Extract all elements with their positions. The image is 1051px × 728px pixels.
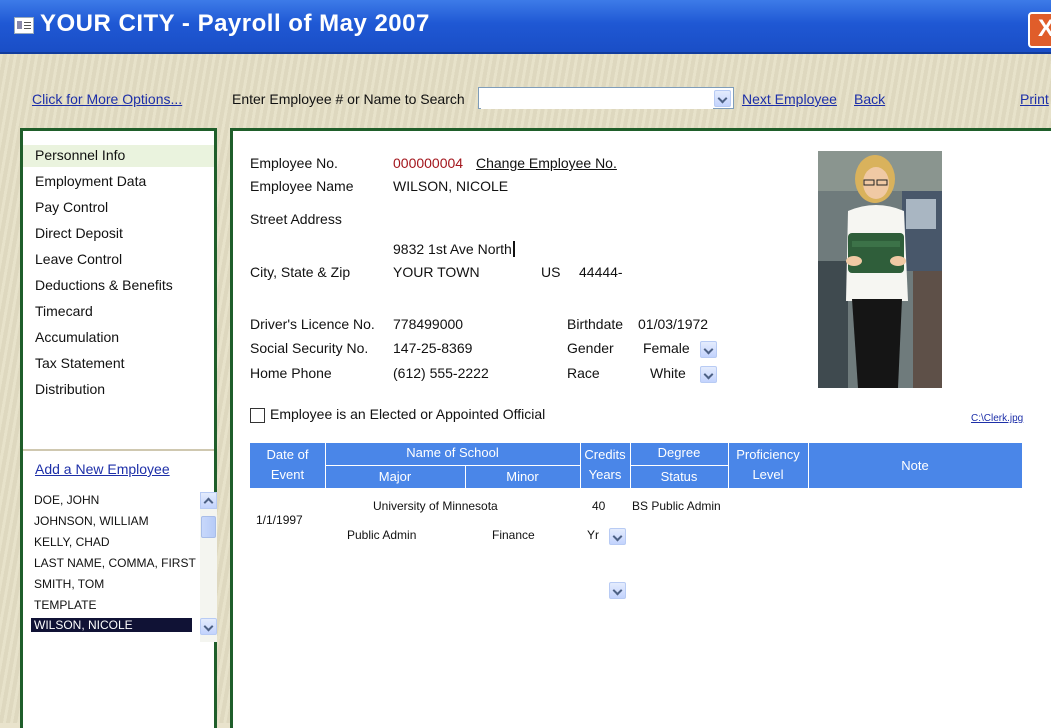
nav-tax-statement[interactable]: Tax Statement [35, 355, 125, 371]
employee-no-label: Employee No. [250, 155, 338, 171]
col-header-degree: Degree [657, 445, 701, 460]
race-select-value[interactable]: White [650, 365, 686, 381]
city-state-zip-label: City, State & Zip [250, 264, 351, 280]
employee-listbox[interactable]: DOE, JOHN JOHNSON, WILLIAM KELLY, CHAD L… [31, 492, 217, 646]
window-body: Click for More Options... Enter Employee… [0, 54, 1051, 728]
street-address-field[interactable]: 9832 1st Ave North [393, 241, 515, 257]
grid-separator [326, 465, 580, 466]
col-header-proficiency: Proficiency [736, 447, 800, 462]
employee-name-label: Employee Name [250, 178, 354, 194]
nav-employment-data[interactable]: Employment Data [35, 173, 146, 189]
next-employee-link[interactable]: Next Employee [742, 91, 837, 107]
employee-name-value[interactable]: WILSON, NICOLE [393, 178, 508, 194]
birthdate-field[interactable]: 01/03/1972 [638, 316, 708, 332]
education-grid-header: Date of Event Name of School Major Minor… [250, 443, 1022, 488]
gender-select-value[interactable]: Female [643, 340, 690, 356]
employee-list-item[interactable]: DOE, JOHN [34, 493, 198, 507]
close-button[interactable]: X [1028, 12, 1051, 48]
col-header-major: Major [378, 469, 412, 484]
new-row-dropdown-chevron-icon[interactable] [609, 582, 626, 599]
nav-accumulation[interactable]: Accumulation [35, 329, 119, 345]
panel-divider [23, 449, 214, 451]
employee-list-item[interactable]: LAST NAME, COMMA, FIRST [34, 556, 198, 570]
employee-list-item-selected[interactable]: WILSON, NICOLE [31, 618, 192, 632]
employee-photo-image [818, 151, 942, 388]
col-header-name-of-school: Name of School [406, 445, 499, 460]
ssn-field[interactable]: 147-25-8369 [393, 340, 472, 356]
toolbar: Click for More Options... Enter Employee… [0, 54, 1051, 124]
city-field[interactable]: YOUR TOWN [393, 264, 480, 280]
grid-separator [631, 465, 728, 466]
col-header-event: Event [270, 467, 305, 482]
elected-official-checkbox[interactable] [250, 408, 265, 423]
education-major-field[interactable]: Public Admin [347, 528, 416, 542]
nav-pay-control[interactable]: Pay Control [35, 199, 108, 215]
print-link[interactable]: Print [1020, 91, 1049, 107]
race-dropdown-chevron-icon[interactable] [700, 366, 717, 383]
home-phone-field[interactable]: (612) 555-2222 [393, 365, 489, 381]
col-header-level: Level [752, 467, 784, 482]
nav-leave-control[interactable]: Leave Control [35, 251, 122, 267]
more-options-link[interactable]: Click for More Options... [32, 91, 182, 107]
nav-personnel-info[interactable]: Personnel Info [35, 147, 125, 163]
title-bar: YOUR CITY - Payroll of May 2007 X [0, 0, 1051, 54]
employee-search-input[interactable] [481, 89, 713, 109]
birthdate-label: Birthdate [567, 316, 624, 332]
col-header-minor: Minor [506, 469, 539, 484]
col-header-date-of: Date of [266, 447, 309, 462]
add-new-employee-link[interactable]: Add a New Employee [35, 461, 170, 477]
nav-direct-deposit[interactable]: Direct Deposit [35, 225, 123, 241]
drivers-licence-label: Driver's Licence No. [250, 316, 375, 332]
scroll-up-arrow-icon[interactable] [200, 492, 217, 509]
col-header-credits: Credits [584, 447, 626, 462]
employee-list-item[interactable]: JOHNSON, WILLIAM [34, 514, 198, 528]
employee-photo[interactable] [818, 151, 942, 388]
scroll-thumb[interactable] [201, 516, 216, 538]
personnel-info-panel: Employee No. 000000004 Change Employee N… [230, 128, 1051, 728]
nav-timecard[interactable]: Timecard [35, 303, 93, 319]
employee-list-item[interactable]: KELLY, CHAD [34, 535, 198, 549]
gender-label: Gender [567, 340, 614, 356]
nav-deductions-benefits[interactable]: Deductions & Benefits [35, 277, 173, 293]
employee-list-item[interactable]: SMITH, TOM [34, 577, 198, 591]
education-degree-field[interactable]: BS Public Admin [632, 499, 721, 513]
window-title: YOUR CITY - Payroll of May 2007 [40, 10, 430, 37]
nav-distribution[interactable]: Distribution [35, 381, 105, 397]
scroll-down-arrow-icon[interactable] [200, 618, 217, 635]
years-unit-dropdown-chevron-icon[interactable] [609, 528, 626, 545]
employee-no-value: 000000004 [393, 155, 464, 171]
street-address-label: Street Address [250, 211, 342, 227]
left-navigation-panel: Personnel Info Employment Data Pay Contr… [20, 128, 217, 728]
education-minor-field[interactable]: Finance [492, 528, 535, 542]
education-years-unit-value[interactable]: Yr [587, 528, 599, 542]
employee-search-combo[interactable] [478, 87, 734, 109]
drivers-licence-field[interactable]: 778499000 [393, 316, 463, 332]
state-field[interactable]: US [541, 264, 560, 280]
photo-path-link[interactable]: C:\Clerk.jpg [971, 413, 1023, 424]
col-header-note: Note [901, 458, 929, 473]
home-phone-label: Home Phone [250, 365, 332, 381]
education-school-field[interactable]: University of Minnesota [373, 499, 498, 513]
app-form-icon [14, 17, 34, 34]
gender-dropdown-chevron-icon[interactable] [700, 341, 717, 358]
search-dropdown-chevron-icon[interactable] [714, 90, 731, 107]
elected-official-label: Employee is an Elected or Appointed Offi… [270, 406, 546, 422]
ssn-label: Social Security No. [250, 340, 369, 356]
employee-list-item[interactable]: TEMPLATE [34, 598, 198, 612]
back-link[interactable]: Back [854, 91, 885, 107]
change-employee-no-link[interactable]: Change Employee No. [476, 155, 617, 171]
search-label: Enter Employee # or Name to Search [232, 91, 465, 107]
race-label: Race [567, 365, 600, 381]
employee-list-scrollbar[interactable] [200, 492, 217, 642]
col-header-status: Status [660, 469, 698, 484]
education-credits-field[interactable]: 40 [592, 499, 605, 513]
education-date-field[interactable]: 1/1/1997 [256, 513, 303, 527]
zip-field[interactable]: 44444- [579, 264, 623, 280]
col-header-years: Years [588, 467, 622, 482]
